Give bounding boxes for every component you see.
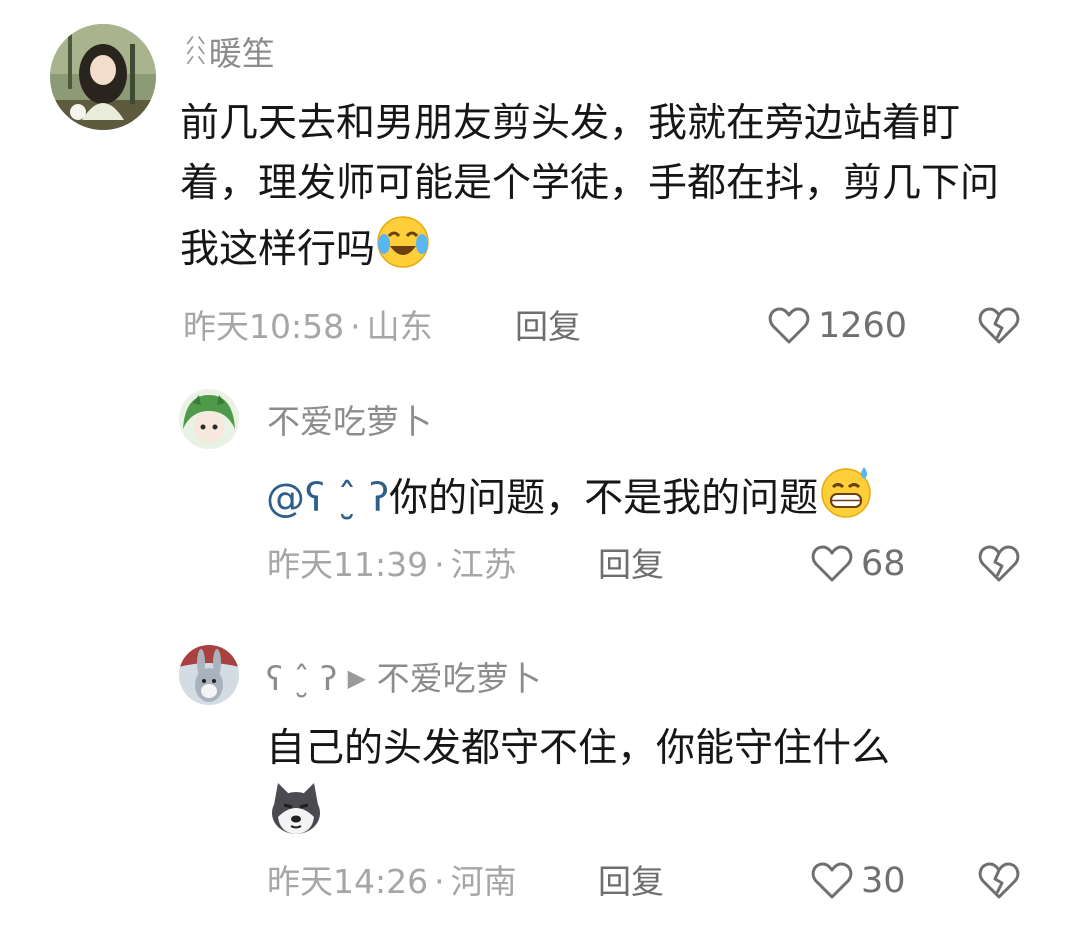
timestamp: 昨天10:58 — [183, 307, 345, 346]
music-note-icon: ꋧ — [183, 34, 209, 73]
reply-button[interactable]: 回复 — [598, 865, 664, 898]
comment-meta: 昨天10:58 · 山东 — [183, 307, 433, 346]
crying-laughing-face-icon — [375, 214, 431, 270]
heart-icon — [811, 544, 853, 584]
mention-link[interactable]: @ʕ ˆ̮ ʔ — [266, 476, 389, 521]
reply-button[interactable]: 回复 — [515, 310, 581, 343]
husky-dog-face-icon — [266, 779, 326, 839]
like-button[interactable]: 68 — [811, 544, 906, 584]
avatar[interactable] — [179, 389, 239, 449]
location: 江苏 — [450, 545, 517, 584]
reply-target-username[interactable]: 不爱吃萝卜 — [377, 659, 542, 698]
reply-arrow-icon: ▶ — [347, 664, 367, 692]
timestamp: 昨天14:26 — [267, 862, 429, 901]
like-count: 1260 — [818, 305, 908, 346]
broken-heart-icon — [978, 307, 1020, 350]
location: 山东 — [366, 307, 433, 346]
timestamp: 昨天11:39 — [267, 545, 429, 584]
comment-text: 前几天去和男朋友剪头发，我就在旁边站着盯着，理发师可能是个学徒，手都在抖，剪几下… — [180, 101, 1000, 272]
dislike-button[interactable] — [978, 861, 1020, 905]
broken-heart-icon — [978, 862, 1020, 905]
comment-text: 自己的头发都守不住，你能守住什么 — [266, 719, 1026, 845]
like-button[interactable]: 30 — [811, 861, 906, 901]
username[interactable]: ʕ ˆ̮ ʔ — [266, 659, 337, 698]
location: 河南 — [450, 862, 517, 901]
like-count: 68 — [861, 543, 906, 584]
like-button[interactable]: 1260 — [768, 306, 907, 346]
comment-meta: 昨天11:39 · 江苏 — [267, 545, 517, 584]
broken-heart-icon — [978, 545, 1020, 588]
reply-button[interactable]: 回复 — [598, 548, 664, 581]
heart-icon — [768, 306, 810, 346]
dislike-button[interactable] — [978, 544, 1020, 588]
grinning-sweat-face-icon — [818, 463, 874, 519]
comment-meta: 昨天14:26 · 河南 — [267, 862, 517, 901]
reply-header: ʕ ˆ̮ ʔ ▶ 不爱吃萝卜 — [266, 662, 542, 695]
heart-icon — [811, 861, 853, 901]
like-count: 30 — [861, 860, 906, 901]
avatar[interactable] — [179, 645, 239, 705]
username[interactable]: 不爱吃萝卜 — [267, 405, 432, 438]
avatar[interactable] — [50, 24, 156, 130]
comment-text: @ʕ ˆ̮ ʔ你的问题，不是我的问题 — [266, 463, 1026, 529]
dislike-button[interactable] — [978, 306, 1020, 350]
username[interactable]: ꋧ暖笙 — [183, 37, 275, 70]
